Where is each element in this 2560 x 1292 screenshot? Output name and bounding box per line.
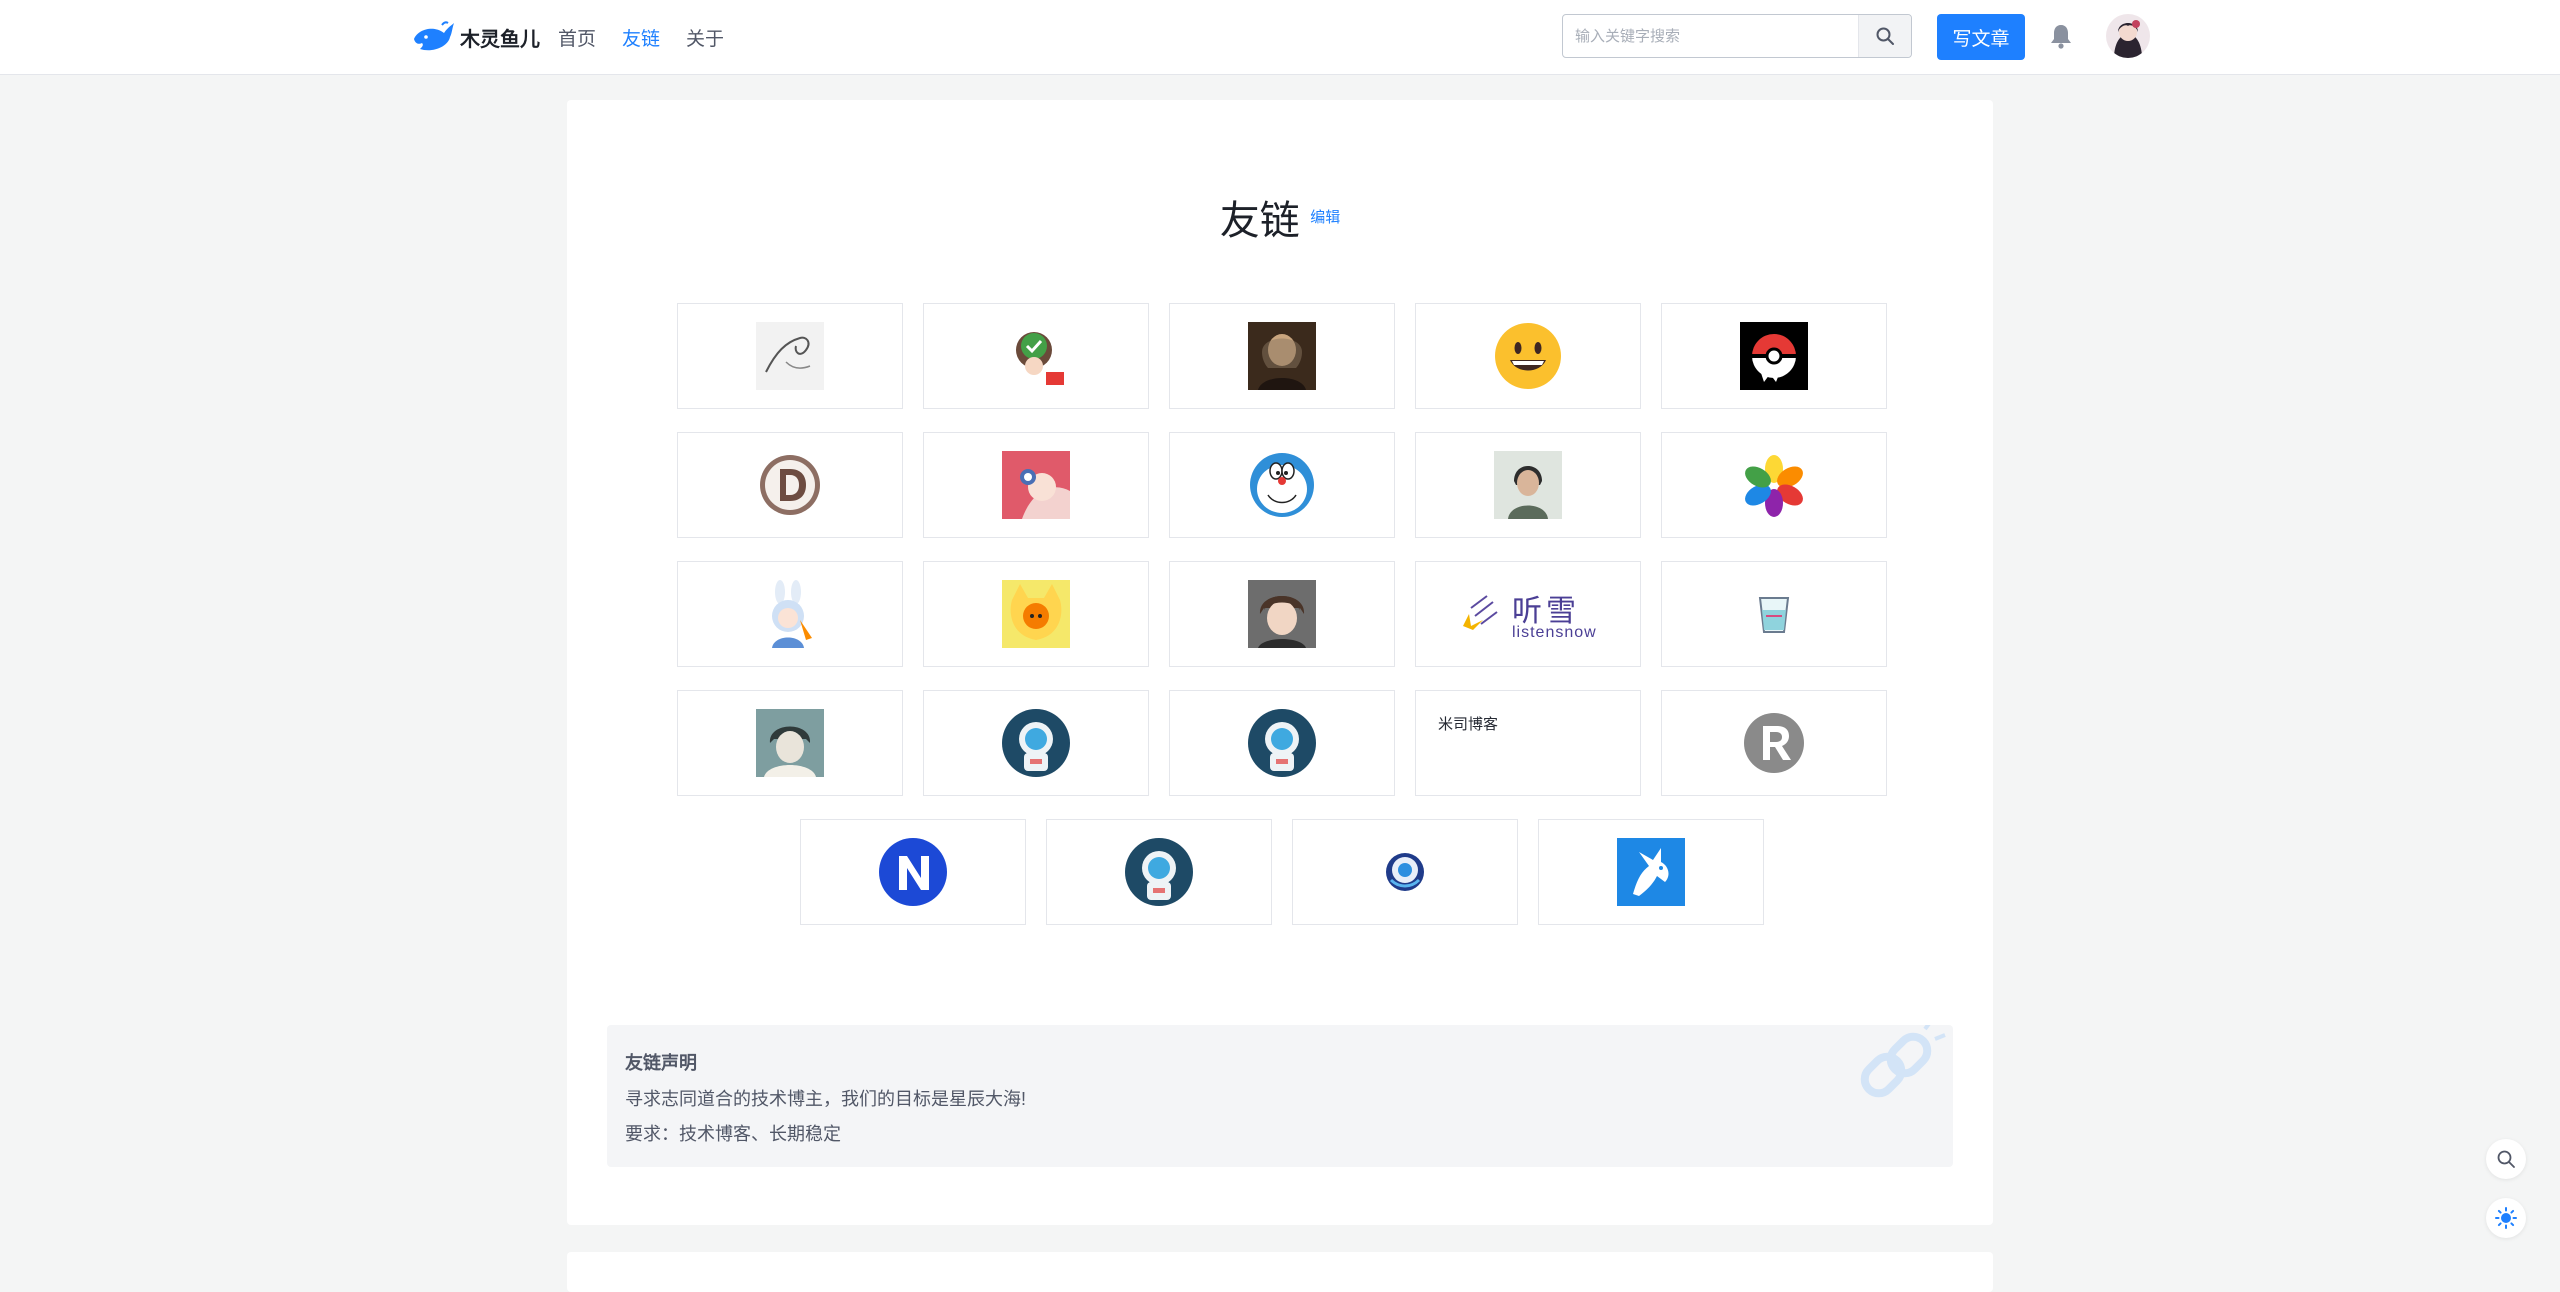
search-button[interactable] <box>1858 15 1911 57</box>
friend-link-card[interactable] <box>1169 561 1395 667</box>
friend-link-card[interactable] <box>1415 432 1641 538</box>
links-row-5 <box>800 819 1764 925</box>
bunny-girl-avatar-icon <box>756 580 824 648</box>
friend-link-card[interactable] <box>1661 303 1887 409</box>
nav-item-home[interactable]: 首页 <box>558 24 596 51</box>
pokeball-ghost-avatar-icon <box>1740 322 1808 390</box>
friend-link-card[interactable] <box>677 303 903 409</box>
ink-sketch-avatar-icon <box>756 322 824 390</box>
astronaut-avatar-icon <box>1248 709 1316 777</box>
sketch-girl-avatar-icon <box>756 709 824 777</box>
friend-link-card[interactable] <box>1661 690 1887 796</box>
blue-eye-logo-avatar-icon <box>1386 853 1424 891</box>
page-title: 友链 <box>1219 199 1300 243</box>
friend-link-notice: 友链声明 寻求志同道合的技术博主，我们的目标是星辰大海! 要求：技术博客、长期稳… <box>607 1025 1953 1167</box>
friend-link-card[interactable] <box>1169 690 1395 796</box>
top-header: 木灵鱼儿 首页 友链 关于 写文章 <box>0 0 2560 75</box>
links-row-2 <box>677 432 1887 538</box>
friend-link-card[interactable] <box>923 303 1149 409</box>
astronaut-avatar-icon <box>1002 709 1070 777</box>
friend-link-card[interactable] <box>800 819 1026 925</box>
friend-link-card[interactable] <box>923 432 1149 538</box>
links-row-3: 听雪 listensnow <box>677 561 1887 667</box>
links-row-4: 米司博客 <box>677 690 1887 796</box>
colorful-flower-logo-avatar-icon <box>1745 455 1803 517</box>
friend-link-card[interactable] <box>677 690 903 796</box>
man-portrait-avatar-icon <box>1494 451 1562 519</box>
listensnow-subtitle: listensnow <box>1512 624 1597 641</box>
anime-boy-avatar-icon <box>1248 580 1316 648</box>
blue-dragon-logo-avatar-icon <box>1617 838 1685 906</box>
main-nav: 首页 友链 关于 <box>558 24 724 51</box>
anime-girl-checkmark-avatar-icon <box>1002 322 1070 390</box>
friend-links-panel: 友链 编辑 听雪 listensnow 米司博客 友链声明 寻求志同道合的技术博… <box>567 100 1993 1225</box>
link-decoration-icon <box>1860 1025 1946 1098</box>
cup-icon-avatar-icon <box>1758 597 1790 633</box>
next-section-card <box>567 1252 1993 1292</box>
astronaut-avatar-icon <box>1125 838 1193 906</box>
site-logo[interactable]: 木灵鱼儿 <box>412 18 540 56</box>
notice-title: 友链声明 <box>625 1053 697 1073</box>
friend-link-card[interactable] <box>677 432 903 538</box>
doraemon-avatar-icon <box>1250 453 1314 517</box>
letter-n-logo-avatar-icon <box>879 838 947 906</box>
friend-link-card[interactable] <box>1538 819 1764 925</box>
site-logo-text: 木灵鱼儿 <box>460 28 540 51</box>
edit-link[interactable]: 编辑 <box>1310 209 1340 226</box>
friend-link-card[interactable] <box>1661 561 1887 667</box>
friend-link-card[interactable] <box>1169 432 1395 538</box>
nav-item-friend-links[interactable]: 友链 <box>622 24 660 51</box>
friend-link-card[interactable] <box>677 561 903 667</box>
float-search-button[interactable] <box>2486 1139 2526 1179</box>
bell-icon <box>2051 25 2071 49</box>
friend-link-card[interactable]: 米司博客 <box>1415 690 1641 796</box>
nav-item-about[interactable]: 关于 <box>686 24 724 51</box>
sun-icon <box>2495 1207 2517 1229</box>
anime-pink-hair-avatar-icon <box>1002 451 1070 519</box>
user-avatar-icon <box>2106 14 2150 58</box>
friend-link-card[interactable] <box>1661 432 1887 538</box>
grinning-emoji-avatar-icon <box>1495 323 1561 389</box>
portrait-painting-avatar-icon <box>1248 322 1316 390</box>
search-icon <box>1876 27 1894 45</box>
friend-link-card[interactable] <box>923 690 1149 796</box>
friend-link-card[interactable]: 听雪 listensnow <box>1415 561 1641 667</box>
yellow-cat-avatar-icon <box>1002 580 1070 648</box>
search-box <box>1562 14 1912 58</box>
search-input[interactable] <box>1563 15 1858 57</box>
notification-button[interactable] <box>2049 23 2073 54</box>
friend-link-card[interactable] <box>1292 819 1518 925</box>
whale-logo-icon <box>414 21 454 51</box>
write-article-button[interactable]: 写文章 <box>1937 14 2025 60</box>
user-avatar[interactable] <box>2106 14 2150 58</box>
friend-link-card[interactable] <box>923 561 1149 667</box>
theme-toggle-button[interactable] <box>2486 1198 2526 1238</box>
notice-description: 寻求志同道合的技术博主，我们的目标是星辰大海! <box>625 1089 1026 1109</box>
friend-link-card[interactable] <box>1169 303 1395 409</box>
friend-link-text: 米司博客 <box>1438 716 1499 733</box>
search-icon <box>2497 1150 2515 1168</box>
title-row: 友链 编辑 <box>567 188 1993 246</box>
notice-requirements: 要求：技术博客、长期稳定 <box>625 1124 841 1144</box>
friend-link-card[interactable] <box>1046 819 1272 925</box>
letter-r-logo-avatar-icon <box>1744 713 1804 773</box>
friend-link-card[interactable] <box>1415 303 1641 409</box>
links-row-1 <box>677 303 1887 409</box>
letter-d-logo-avatar-icon <box>760 455 820 515</box>
